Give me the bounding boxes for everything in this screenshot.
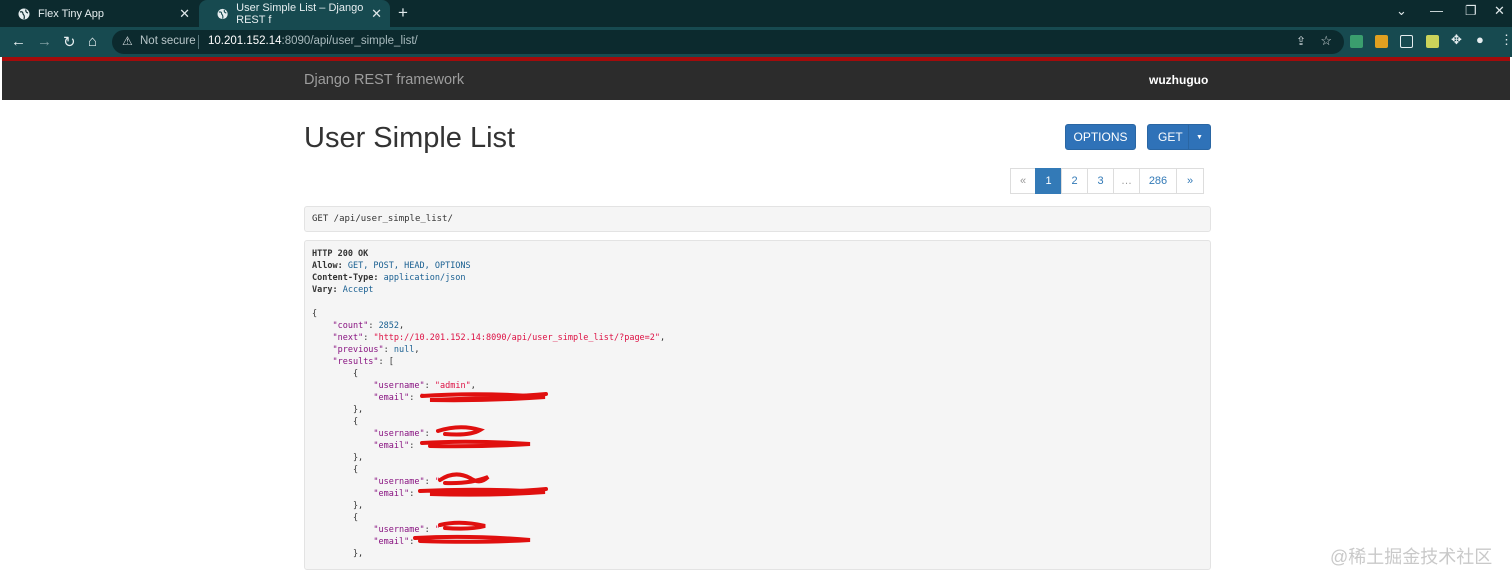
- watermark: @稀土掘金技术社区: [1330, 547, 1493, 567]
- redaction-overlay: [413, 392, 548, 544]
